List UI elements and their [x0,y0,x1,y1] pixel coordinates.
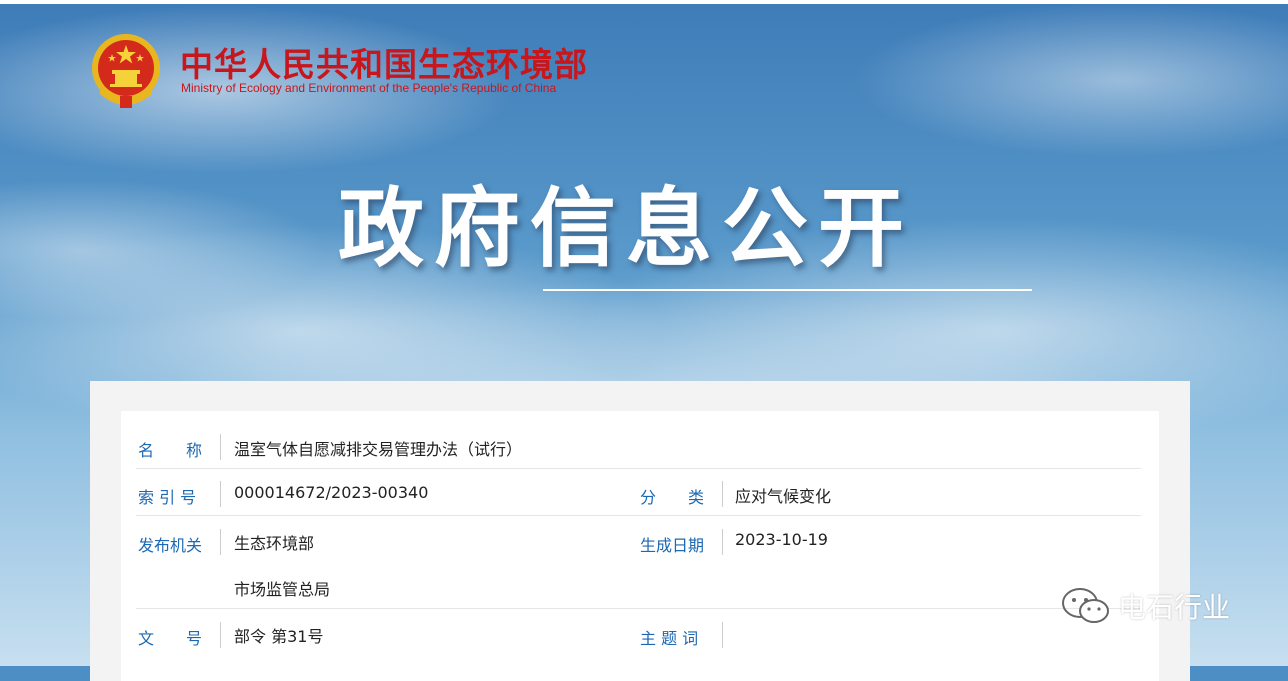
separator [722,622,723,648]
publisher-label: 发布机关 [138,536,203,555]
separator [220,481,221,507]
separator [722,529,723,555]
category-value: 应对气候变化 [735,487,832,506]
row-divider [136,608,1141,609]
doc-no-label: 文 号 [138,629,203,648]
publisher-value-2: 市场监管总局 [234,580,331,599]
banner-underline [543,289,1032,291]
top-strip [0,0,1288,4]
subject-label: 主 题 词 [640,629,699,648]
separator [220,529,221,555]
banner-title: 政府信息公开 [338,179,914,279]
doc-no-value: 部令 第31号 [234,627,324,646]
ministry-name-cn[interactable]: 中华人民共和国生态环境部 [180,38,588,86]
separator [722,481,723,507]
category-label: 分 类 [640,488,705,507]
separator [220,622,221,648]
watermark-text: 电石行业 [1118,591,1231,624]
name-value: 温室气体自愿减排交易管理办法（试行） [234,440,523,459]
wechat-icon [1062,588,1109,623]
index-label: 索 引 号 [138,488,197,507]
date-label: 生成日期 [640,536,705,555]
national-emblem-icon [92,34,160,108]
ministry-name-en[interactable]: Ministry of Ecology and Environment of t… [181,81,556,95]
row-divider [136,515,1141,516]
date-value: 2023-10-19 [735,530,828,549]
index-value: 000014672/2023-00340 [234,483,429,502]
separator [220,434,221,460]
row-divider [136,468,1141,469]
name-label: 名 称 [138,441,203,460]
publisher-value-1: 生态环境部 [234,534,315,553]
watermark: 电石行业 [1060,586,1230,626]
